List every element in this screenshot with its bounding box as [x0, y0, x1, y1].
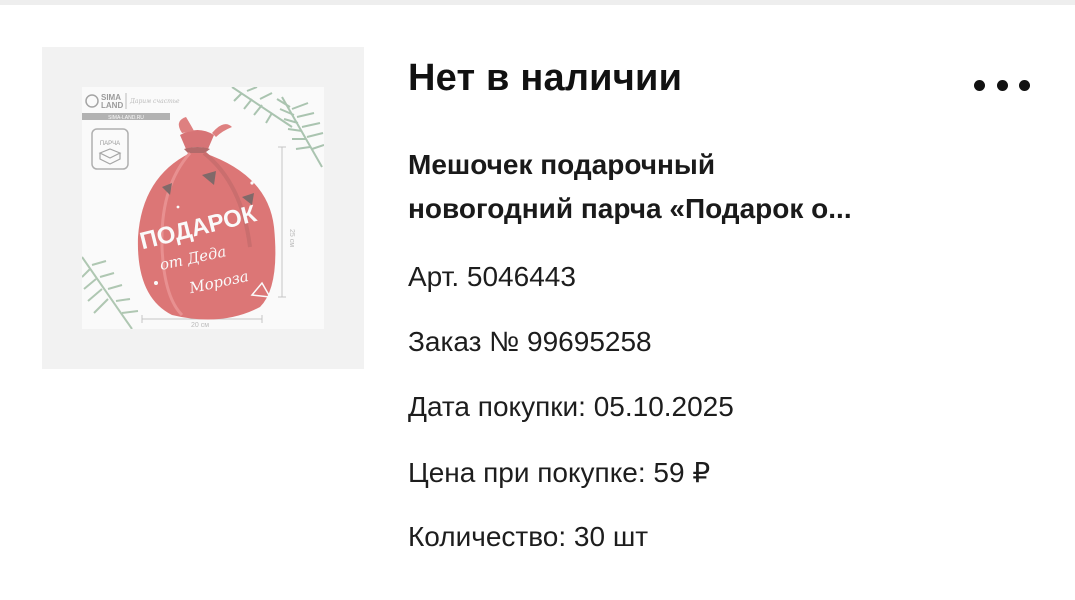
brand-bar-text: SIMA-LAND.RU	[108, 115, 144, 121]
pine-branch-top-right	[231, 87, 324, 168]
product-photo-art: SIMA LAND Дарим счастье SIMA-LAND.RU ПАР…	[82, 87, 324, 329]
product-title-line-2: новогодний парча «Подарок о...	[408, 193, 852, 224]
brand-tagline: Дарим счастье	[129, 98, 180, 105]
brand-logo-line2: LAND	[101, 101, 123, 110]
more-dot	[974, 79, 985, 91]
material-label: ПАРЧА	[100, 141, 120, 147]
pine-branch-bottom-left	[82, 256, 139, 329]
product-title[interactable]: Мешочек подарочный новогодний парча «Под…	[408, 143, 968, 231]
product-title-line-1: Мешочек подарочный	[408, 149, 716, 180]
quantity: Количество: 30 шт	[408, 521, 649, 552]
brand-logo: SIMA LAND Дарим счастье SIMA-LAND.RU	[82, 93, 180, 121]
more-dot	[996, 79, 1008, 91]
more-horizontal-icon[interactable]	[974, 71, 1030, 99]
dimension-height: 25 см	[288, 229, 295, 247]
order-item-card: SIMA LAND Дарим счастье SIMA-LAND.RU ПАР…	[0, 5, 1075, 600]
dimension-width: 20 см	[191, 322, 209, 329]
purchase-price: Цена при покупке: 59 ₽	[408, 457, 711, 488]
package-icon: ПАРЧА	[91, 128, 129, 170]
order-number: Заказ № 99695258	[408, 326, 652, 357]
purchase-date: Дата покупки: 05.10.2025	[408, 391, 734, 422]
availability-status: Нет в наличии	[408, 57, 683, 99]
product-image[interactable]: SIMA LAND Дарим счастье SIMA-LAND.RU ПАР…	[42, 47, 364, 369]
gift-bag: ПОДАРОК от Деда Мороза	[137, 117, 276, 320]
article-number: Арт. 5046443	[408, 261, 576, 292]
product-photo: SIMA LAND Дарим счастье SIMA-LAND.RU ПАР…	[82, 87, 324, 329]
more-dot	[1019, 79, 1030, 91]
